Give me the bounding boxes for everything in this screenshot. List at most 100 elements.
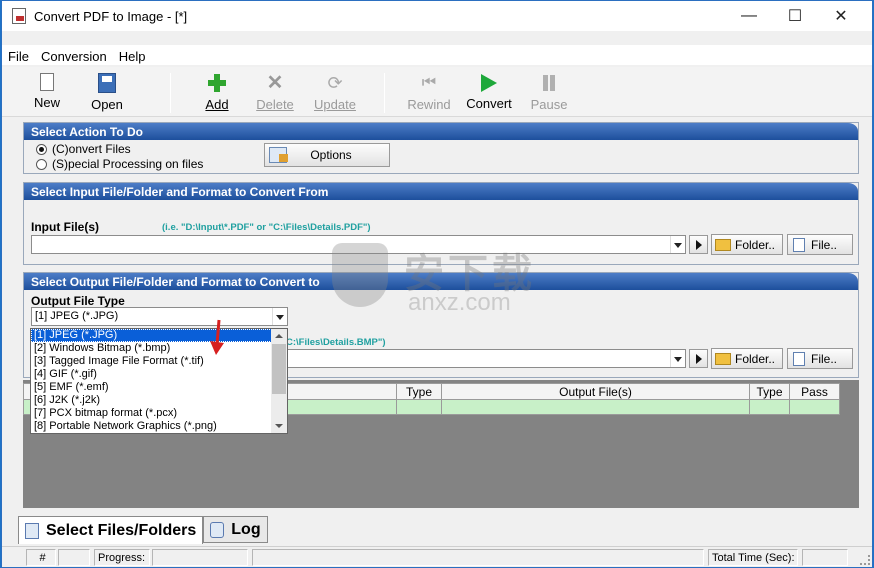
file-icon [793, 237, 805, 252]
grid-col-type[interactable]: Type [397, 383, 442, 400]
status-total-time-value [802, 549, 848, 566]
menu-conversion[interactable]: Conversion [35, 45, 113, 65]
grid-cell [750, 400, 790, 415]
output-folder-label: Folder.. [735, 351, 776, 366]
special-processing-label: (S)pecial Processing on files [52, 157, 204, 171]
input-hint: (i.e. "D:\Input\*.PDF" or "C:\Files\Deta… [162, 222, 371, 233]
status-total-time-label: Total Time (Sec): [708, 549, 798, 566]
scroll-thumb[interactable] [272, 344, 286, 394]
action-section-header: Select Action To Do [24, 123, 858, 140]
toolbar-separator [384, 73, 385, 113]
dropdown-scrollbar[interactable] [271, 329, 287, 433]
input-section: Select Input File/Folder and Format to C… [23, 182, 859, 265]
folder-icon [715, 238, 731, 251]
chevron-down-icon[interactable] [670, 350, 685, 367]
special-processing-radio[interactable]: (S)pecial Processing on files [36, 157, 203, 171]
toolbar-separator [170, 73, 171, 113]
output-section-header: Select Output File/Folder and Format to … [24, 273, 858, 290]
dropdown-option[interactable]: [3] Tagged Image File Format (*.tif) [31, 355, 272, 368]
status-progress-value [152, 549, 248, 566]
delete-button[interactable]: ✕ Delete [248, 71, 302, 113]
dropdown-option[interactable]: [1] JPEG (*.JPG) [31, 329, 272, 342]
grid-cell [790, 400, 840, 415]
tab-select-label: Select Files/Folders [46, 521, 197, 539]
output-type-select[interactable]: [1] JPEG (*.JPG) [31, 307, 288, 326]
pause-icon [539, 73, 559, 93]
menu-file[interactable]: File [2, 45, 35, 65]
input-folder-label: Folder.. [735, 237, 776, 252]
tab-select-files[interactable]: Select Files/Folders [18, 516, 204, 544]
status-bar: # Progress: Total Time (Sec): [2, 546, 872, 567]
maximize-button[interactable]: ☐ [772, 1, 818, 31]
input-file-button[interactable]: File.. [787, 234, 853, 255]
close-button[interactable]: ✕ [818, 1, 864, 31]
output-folder-button[interactable]: Folder.. [711, 348, 783, 369]
convert-files-radio[interactable]: (C)onvert Files [36, 142, 131, 156]
grid-col-pass[interactable]: Pass [790, 383, 840, 400]
output-file-button[interactable]: File.. [787, 348, 853, 369]
input-file-label: File.. [811, 237, 838, 252]
pdf-app-icon [12, 8, 26, 24]
title-bar: Convert PDF to Image - [*] — ☐ ✕ [2, 1, 872, 31]
delete-x-icon: ✕ [266, 72, 284, 94]
clock-icon [210, 521, 225, 538]
output-type-dropdown-list[interactable]: [1] JPEG (*.JPG) [2] Windows Bitmap (*.b… [30, 328, 288, 434]
grid-col-type2[interactable]: Type [750, 383, 790, 400]
output-go-button[interactable] [689, 349, 708, 368]
resize-grip[interactable] [860, 555, 870, 565]
status-count [58, 549, 90, 566]
new-button[interactable]: New [20, 71, 74, 113]
bottom-tabs: Select Files/Folders Log [18, 516, 268, 544]
rewind-label: Rewind [407, 97, 451, 112]
grid-cell [397, 400, 442, 415]
scroll-down-icon[interactable] [271, 419, 287, 433]
dropdown-option[interactable]: [5] EMF (*.emf) [31, 381, 272, 394]
chevron-down-icon[interactable] [272, 308, 287, 325]
new-label: New [33, 95, 60, 110]
rewind-icon: ⏮ [421, 74, 437, 91]
input-folder-button[interactable]: Folder.. [711, 234, 783, 255]
dropdown-option[interactable]: [7] PCX bitmap format (*.pcx) [31, 407, 272, 420]
red-pointer-arrow-icon [210, 319, 224, 355]
pause-label: Pause [530, 97, 568, 112]
save-disk-icon [98, 73, 116, 93]
file-icon [793, 351, 805, 366]
scroll-up-icon[interactable] [271, 329, 287, 343]
minimize-button[interactable]: — [726, 1, 772, 31]
action-section: Select Action To Do (C)onvert Files (S)p… [23, 122, 859, 174]
plus-icon [207, 73, 227, 93]
options-button[interactable]: Options [264, 143, 390, 167]
rewind-button[interactable]: ⏮ Rewind [402, 71, 456, 113]
folder-icon [715, 352, 731, 365]
add-label: Add [205, 97, 229, 112]
menu-help[interactable]: Help [113, 45, 152, 65]
update-button[interactable]: ⟳ Update [308, 71, 362, 113]
input-go-button[interactable] [689, 235, 708, 254]
options-label: Options [310, 148, 352, 162]
dropdown-option[interactable]: [4] GIF (*.gif) [31, 368, 272, 381]
tab-log-label: Log [231, 520, 261, 538]
status-message [252, 549, 704, 566]
radio-dot[interactable] [36, 143, 47, 155]
dropdown-option[interactable]: [6] J2K (*.j2k) [31, 394, 272, 407]
radio-dot[interactable] [36, 158, 47, 170]
open-button[interactable]: Open [80, 71, 134, 113]
input-section-header: Select Input File/Folder and Format to C… [24, 183, 858, 200]
delete-label: Delete [256, 97, 294, 112]
input-path-combo[interactable] [31, 235, 686, 254]
convert-button[interactable]: Convert [462, 71, 516, 113]
dropdown-option[interactable]: [8] Portable Network Graphics (*.png) [31, 420, 272, 433]
add-button[interactable]: Add [190, 71, 244, 113]
dropdown-option[interactable]: [2] Windows Bitmap (*.bmp) [31, 342, 272, 355]
chevron-down-icon[interactable] [670, 236, 685, 253]
convert-label: Convert [466, 96, 512, 111]
play-icon [481, 74, 497, 92]
output-type-value: [1] JPEG (*.JPG) [35, 310, 119, 322]
status-progress-label: Progress: [94, 549, 150, 566]
tab-log[interactable]: Log [203, 516, 268, 543]
toolbar: New Open Add ✕ Delete ⟳ Update ⏮ Rewind … [2, 67, 872, 161]
pause-button[interactable]: Pause [522, 71, 576, 113]
window-title: Convert PDF to Image - [*] [34, 9, 188, 24]
input-files-label: Input File(s) [31, 220, 99, 234]
grid-col-output[interactable]: Output File(s) [442, 383, 750, 400]
